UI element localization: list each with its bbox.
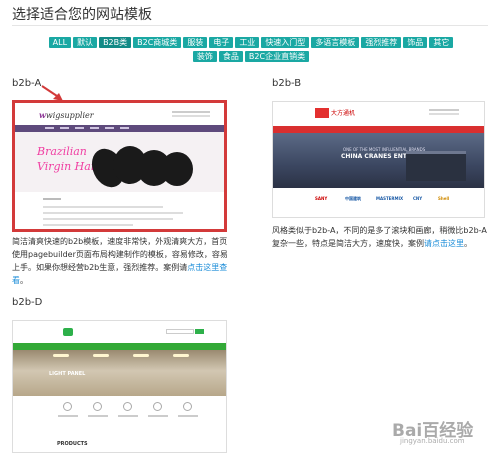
thumb-features-row	[13, 396, 226, 436]
category-tag[interactable]: B2C商城类	[133, 37, 182, 48]
template-thumbnail-b2b-d[interactable]: LIGHT PANEL PRODUCTS	[12, 320, 227, 453]
page-title: 选择适合您的网站模板	[12, 7, 152, 23]
brand-logo: Shell	[438, 196, 450, 201]
baidu-watermark: Bai百经验 jingyan.baidu.com	[392, 416, 492, 446]
title-divider	[12, 25, 488, 26]
thumb-logo-text: 大方通机	[331, 110, 356, 117]
category-tag[interactable]: 强烈推荐	[361, 37, 402, 48]
thumb-contact-lines	[172, 111, 210, 113]
thumb-hero-banner: LIGHT PANEL	[13, 350, 226, 396]
brand-logo: MASTERMIX	[376, 196, 404, 201]
thumb-logo-icon	[315, 108, 329, 118]
thumb-brand-strip: SANY 中国建筑 MASTERMIX CNY Shell	[273, 188, 484, 217]
category-tags: ALL 默认 B2B类 B2C商城类 服装 电子 工业 快速入门型 多语言模板 强烈推荐 饰品 其它装…	[20, 37, 482, 65]
thumb-contact-lines	[429, 109, 459, 111]
template-thumbnail-b2b-a[interactable]: wwigsupplier Brazilian Virgin Hair	[12, 100, 227, 232]
category-tag[interactable]: B2C企业直销类	[244, 51, 310, 62]
thumb-hero-banner: ONE OF THE MOST INFLUENTIAL BRANDS CHINA…	[273, 133, 484, 188]
hair-bundle-image	[161, 152, 193, 186]
thumb-nav-bar	[13, 343, 226, 350]
thumb-logo-icon	[63, 328, 73, 336]
thumb-search-button	[195, 329, 204, 334]
thumb-nav-bar	[273, 126, 484, 133]
brand-logo: 中国建筑	[345, 196, 361, 201]
template-label-b2b-d: b2b-D	[12, 297, 43, 308]
brand-logo: SANY	[315, 196, 328, 201]
thumb-hero-banner: Brazilian Virgin Hair	[15, 132, 224, 193]
watermark-url: jingyan.baidu.com	[400, 437, 465, 445]
thumb-logo: wwigsupplier	[39, 110, 94, 120]
thumb-search-box	[166, 329, 194, 334]
category-tag[interactable]: 工业	[235, 37, 260, 48]
thumb-products-heading: PRODUCTS	[57, 441, 88, 447]
category-tag[interactable]: B2B类	[99, 37, 132, 48]
building-image	[406, 151, 466, 181]
view-case-link[interactable]: 请点击这里	[424, 239, 464, 248]
category-tag[interactable]: 电子	[209, 37, 234, 48]
template-label-b2b-a: b2b-A	[12, 78, 42, 89]
category-tag[interactable]: 默认	[73, 37, 98, 48]
thumb-hero-line1: Brazilian	[37, 145, 87, 158]
category-tag[interactable]: 食品	[218, 51, 243, 62]
category-tag[interactable]: 多语言模板	[311, 37, 360, 48]
template-label-b2b-b: b2b-B	[272, 78, 302, 89]
category-tag[interactable]: 其它	[429, 37, 454, 48]
thumb-content-area	[15, 192, 224, 229]
thumb-hero-line2: Virgin Hair	[37, 160, 100, 173]
template-thumbnail-b2b-b[interactable]: 大方通机 ONE OF THE MOST INFLUENTIAL BRANDS …	[272, 101, 485, 218]
thumb-nav-bar	[15, 125, 224, 132]
brand-logo: CNY	[413, 196, 423, 201]
template-description-b2b-b: 风格类似于b2b-A，不同的是多了滚块和画廊，稍微比b2b-A复杂一些，特点是简…	[272, 226, 487, 248]
category-tag[interactable]: 装饰	[192, 51, 217, 62]
category-tag[interactable]: 饰品	[403, 37, 428, 48]
category-tag[interactable]: 服装	[183, 37, 208, 48]
thumb-hero-title: LIGHT PANEL	[49, 371, 86, 377]
category-tag[interactable]: 快速入门型	[261, 37, 310, 48]
template-description-b2b-a: 简洁清爽快速的b2b模板，速度非常快，外观清爽大方，首页使用pagebuilde…	[12, 237, 228, 285]
category-tag[interactable]: ALL	[48, 37, 72, 48]
